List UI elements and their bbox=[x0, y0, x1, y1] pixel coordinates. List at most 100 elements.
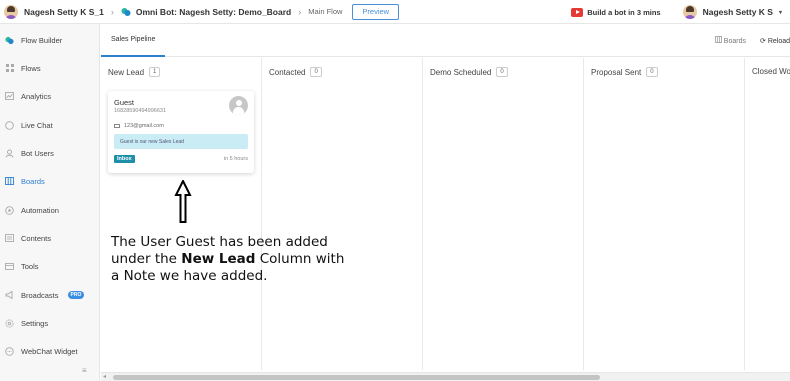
column-title: Closed Won bbox=[752, 67, 790, 76]
column-count-badge: 0 bbox=[646, 67, 658, 77]
flow-breadcrumb[interactable]: Main Flow bbox=[308, 7, 342, 16]
reload-label: Reload bbox=[767, 37, 790, 45]
column-header: New Lead 1 bbox=[108, 67, 161, 77]
account-avatar bbox=[682, 5, 697, 19]
breadcrumb-separator-icon: › bbox=[298, 6, 302, 17]
build-bot-video-link[interactable]: Build a bot in 3 mins bbox=[571, 7, 661, 17]
boards-icon bbox=[5, 177, 14, 186]
build-bot-video-label: Build a bot in 3 mins bbox=[587, 7, 661, 17]
column-count-badge: 0 bbox=[310, 67, 322, 77]
sidebar-item-label: Broadcasts bbox=[21, 290, 59, 300]
sidebar-item-contents[interactable]: Contents bbox=[0, 228, 100, 248]
sidebar-item-broadcasts[interactable]: Broadcasts PRO bbox=[0, 285, 100, 305]
topbar-right: Build a bot in 3 mins Nagesh Setty K S ▾ bbox=[571, 0, 790, 24]
annotation-emphasis: New Lead bbox=[181, 251, 256, 267]
boards-link-label: Boards bbox=[723, 38, 746, 45]
sidebar-item-flows[interactable]: Flows bbox=[0, 58, 100, 78]
column-count-badge: 1 bbox=[149, 67, 161, 77]
horizontal-scrollbar[interactable]: ◂ bbox=[101, 372, 790, 381]
sidebar-item-label: Automation bbox=[21, 205, 59, 215]
broadcasts-icon bbox=[5, 291, 14, 300]
contents-icon bbox=[5, 234, 14, 243]
column-header: Demo Scheduled 0 bbox=[430, 67, 508, 77]
pro-badge: PRO bbox=[67, 291, 85, 299]
sidebar-item-label: Analytics bbox=[21, 91, 52, 101]
scrollbar-thumb[interactable] bbox=[113, 375, 600, 380]
workspace-user[interactable]: Nagesh Setty K S_1 bbox=[4, 4, 104, 19]
lead-card[interactable]: Guest 16828590494996631 123@gmail.com Gu… bbox=[108, 91, 254, 173]
sidebar-item-label: Live Chat bbox=[21, 120, 53, 130]
card-user-id: 16828590494996631 bbox=[114, 108, 167, 114]
sidebar-item-label: Bot Users bbox=[21, 148, 54, 158]
bot-users-icon bbox=[5, 149, 14, 158]
breadcrumb-separator-icon: › bbox=[110, 6, 114, 17]
sidebar-item-label: Boards bbox=[21, 176, 45, 186]
annotation-fragment: Column with bbox=[255, 251, 345, 267]
annotation-line: a Note we have added. bbox=[111, 268, 268, 284]
sidebar-item-settings[interactable]: Settings bbox=[0, 313, 100, 333]
sidebar-item-label: Contents bbox=[21, 233, 52, 243]
settings-icon bbox=[5, 318, 14, 328]
column-header: Contacted 0 bbox=[269, 67, 322, 77]
tab-sales-pipeline[interactable]: Sales Pipeline bbox=[101, 24, 166, 57]
column-title: Proposal Sent bbox=[591, 67, 642, 77]
sidebar: Flow Builder Flows Analytics Live Chat B… bbox=[0, 24, 100, 381]
annotation-line: The User Guest has been added bbox=[111, 234, 328, 250]
sidebar-item-flow-builder[interactable]: Flow Builder bbox=[0, 30, 100, 50]
annotation-fragment: under the bbox=[111, 251, 182, 267]
annotation-line: under the New Lead Column with bbox=[111, 251, 391, 268]
account-menu[interactable]: Nagesh Setty K S ▾ bbox=[682, 5, 782, 19]
sidebar-item-tools[interactable]: Tools bbox=[0, 256, 100, 276]
scroll-left-icon[interactable]: ◂ bbox=[103, 373, 106, 380]
card-email-value: 123@gmail.com bbox=[124, 123, 164, 129]
top-bar: Nagesh Setty K S_1 › Omni Bot: Nagesh Se… bbox=[0, 0, 790, 24]
preview-button[interactable]: Preview bbox=[352, 3, 400, 20]
tab-bar: Sales Pipeline Boards ⟳ Reload bbox=[101, 24, 790, 57]
sidebar-item-label: Flows bbox=[21, 63, 41, 73]
sidebar-item-label: Tools bbox=[21, 261, 39, 271]
column-title: Demo Scheduled bbox=[430, 67, 492, 77]
user-avatar bbox=[4, 4, 18, 19]
account-name: Nagesh Setty K S bbox=[702, 7, 773, 17]
reload-button[interactable]: ⟳ Reload bbox=[760, 37, 790, 45]
analytics-icon bbox=[5, 92, 14, 101]
sidebar-item-analytics[interactable]: Analytics bbox=[0, 86, 100, 106]
reload-icon: ⟳ bbox=[759, 37, 766, 45]
collapse-sidebar-icon[interactable]: ≡ bbox=[82, 366, 87, 375]
column-contacted: Contacted 0 bbox=[262, 58, 423, 370]
bot-breadcrumb[interactable]: Omni Bot: Nagesh Setty: Demo_Board bbox=[121, 7, 291, 17]
column-title: Contacted bbox=[269, 67, 306, 77]
card-time: in 5 hours bbox=[223, 156, 248, 162]
sidebar-item-label: WebChat Widget bbox=[21, 346, 78, 356]
bot-icon bbox=[121, 7, 131, 16]
webchat-widget-icon bbox=[5, 346, 14, 356]
card-note: Guest is our new Sales Lead bbox=[114, 134, 248, 149]
sidebar-item-automation[interactable]: Automation bbox=[0, 200, 100, 220]
column-header: Proposal Sent 0 bbox=[591, 67, 658, 77]
tools-icon bbox=[5, 262, 14, 271]
column-demo-scheduled: Demo Scheduled 0 bbox=[423, 58, 584, 370]
boards-link[interactable]: Boards bbox=[714, 36, 746, 45]
sidebar-item-webchat-widget[interactable]: WebChat Widget bbox=[0, 341, 100, 361]
annotation-text: The User Guest has been added under the … bbox=[111, 234, 391, 285]
board-actions: Boards ⟳ Reload bbox=[714, 24, 790, 57]
workspace-user-name: Nagesh Setty K S_1 bbox=[24, 6, 104, 17]
sidebar-item-label: Flow Builder bbox=[21, 35, 63, 45]
column-closed-won: Closed Won bbox=[745, 58, 790, 370]
inbox-tag[interactable]: Inbox bbox=[114, 155, 135, 163]
column-header: Closed Won bbox=[752, 67, 790, 76]
bot-name: Omni Bot: Nagesh Setty: Demo_Board bbox=[135, 6, 292, 17]
board-columns: New Lead 1 Guest 16828590494996631 123@g… bbox=[101, 58, 790, 370]
sidebar-item-boards[interactable]: Boards bbox=[0, 171, 100, 191]
card-user-name: Guest bbox=[114, 98, 135, 107]
flows-icon bbox=[5, 64, 14, 73]
sidebar-item-bot-users[interactable]: Bot Users bbox=[0, 143, 100, 163]
column-title: New Lead bbox=[108, 67, 145, 77]
mail-icon bbox=[114, 123, 120, 129]
column-count-badge: 0 bbox=[496, 67, 508, 77]
live-chat-icon bbox=[5, 120, 14, 130]
flow-builder-icon bbox=[5, 36, 14, 45]
youtube-icon bbox=[571, 7, 584, 17]
sidebar-item-live-chat[interactable]: Live Chat bbox=[0, 115, 100, 135]
automation-icon bbox=[5, 205, 14, 215]
